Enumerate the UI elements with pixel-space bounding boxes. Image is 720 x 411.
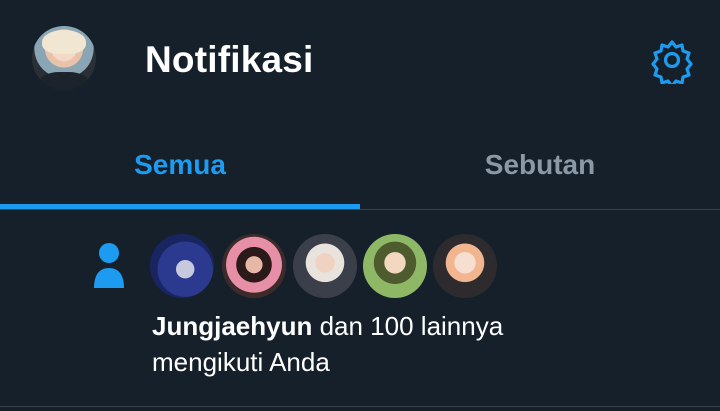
follower-avatar[interactable] xyxy=(293,234,357,298)
profile-avatar[interactable] xyxy=(32,26,96,90)
avatar-hair xyxy=(42,30,86,54)
notification-text-rest: dan 100 lainnya xyxy=(312,311,504,341)
notification-divider xyxy=(0,406,720,407)
gear-icon[interactable] xyxy=(648,36,696,88)
tab-bar: Semua Sebutan xyxy=(0,120,720,210)
follower-avatar[interactable] xyxy=(150,234,214,298)
notification-item[interactable]: Jungjaehyun dan 100 lainnya mengikuti An… xyxy=(0,210,720,410)
follower-avatar[interactable] xyxy=(222,234,286,298)
follow-person-icon xyxy=(92,238,126,290)
notification-text: Jungjaehyun dan 100 lainnya mengikuti An… xyxy=(152,308,692,380)
follower-avatar[interactable] xyxy=(433,234,497,298)
tab-semua[interactable]: Semua xyxy=(0,120,360,210)
top-header: Notifikasi xyxy=(0,0,720,120)
avatar-shirt xyxy=(40,72,88,90)
notification-text-line2: mengikuti Anda xyxy=(152,347,330,377)
follower-avatar[interactable] xyxy=(363,234,427,298)
tab-sebutan[interactable]: Sebutan xyxy=(360,120,720,210)
notification-username[interactable]: Jungjaehyun xyxy=(152,311,312,341)
page-title: Notifikasi xyxy=(145,39,314,80)
